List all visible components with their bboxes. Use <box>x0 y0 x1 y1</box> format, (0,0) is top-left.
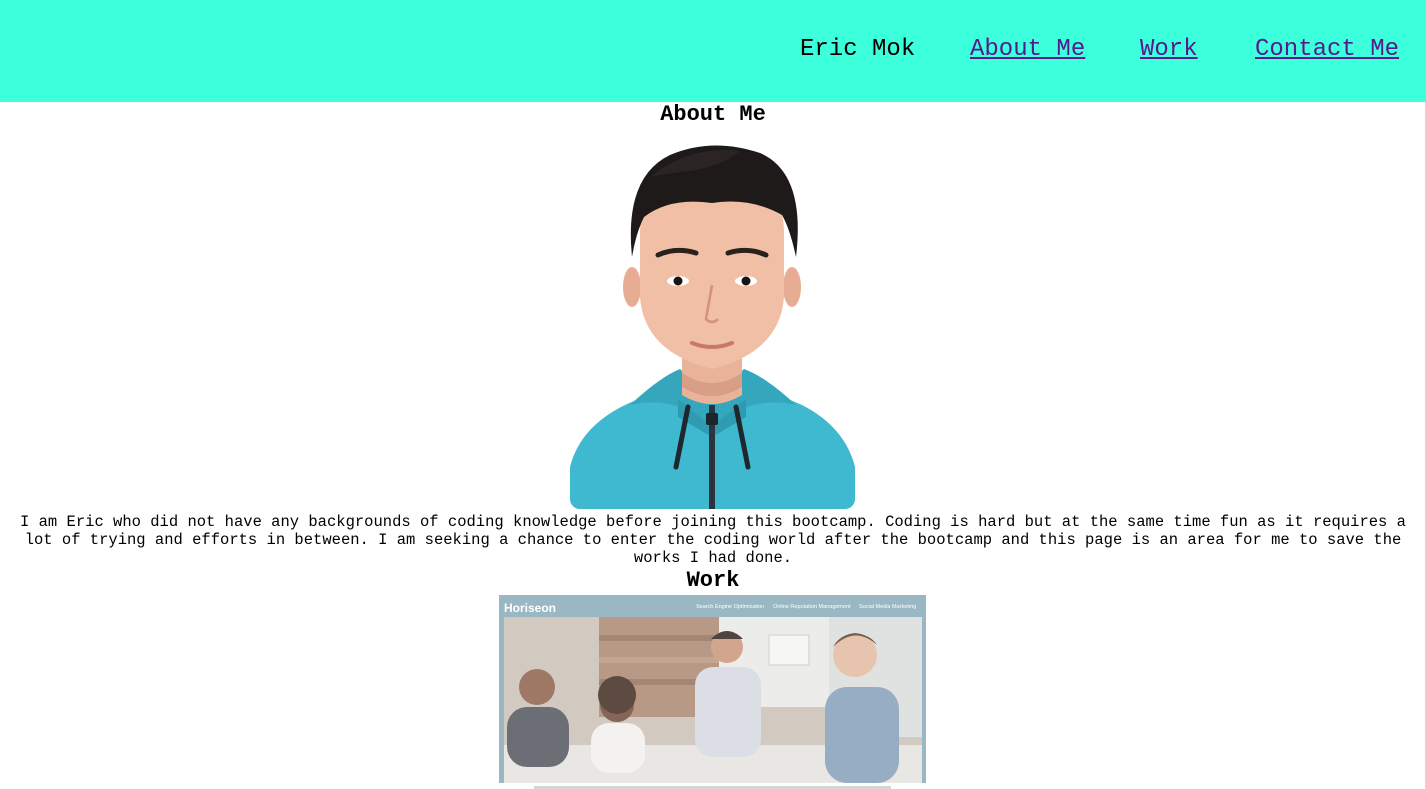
work-screenshot-nav-item: Online Reputation Management <box>773 604 851 610</box>
nav-link-contact-me[interactable]: Contact Me <box>1255 36 1399 64</box>
site-header: Eric Mok About Me Work Contact Me <box>0 0 1426 102</box>
work-screenshot-nav-item: Search Engine Optimization <box>696 604 765 610</box>
profile-photo <box>570 137 855 509</box>
work-project-preview-illustration <box>499 595 926 783</box>
nav-link-work[interactable]: Work <box>1140 36 1198 64</box>
about-me-heading: About Me <box>660 102 766 127</box>
profile-photo-illustration <box>570 145 855 509</box>
nav-link-about-me[interactable]: About Me <box>970 36 1085 64</box>
work-screenshot-nav-item: Social Media Marketing <box>859 604 917 610</box>
work-screenshot-brand: Horiseon <box>504 601 557 615</box>
page: Eric Mok About Me Work Contact Me About … <box>0 0 1426 789</box>
site-brand: Eric Mok <box>800 36 916 63</box>
work-heading: Work <box>686 568 740 593</box>
about-me-bio: I am Eric who did not have any backgroun… <box>20 513 1406 567</box>
work-project-screenshot[interactable]: Horiseon Search Engine Optimization Onli… <box>499 595 926 783</box>
